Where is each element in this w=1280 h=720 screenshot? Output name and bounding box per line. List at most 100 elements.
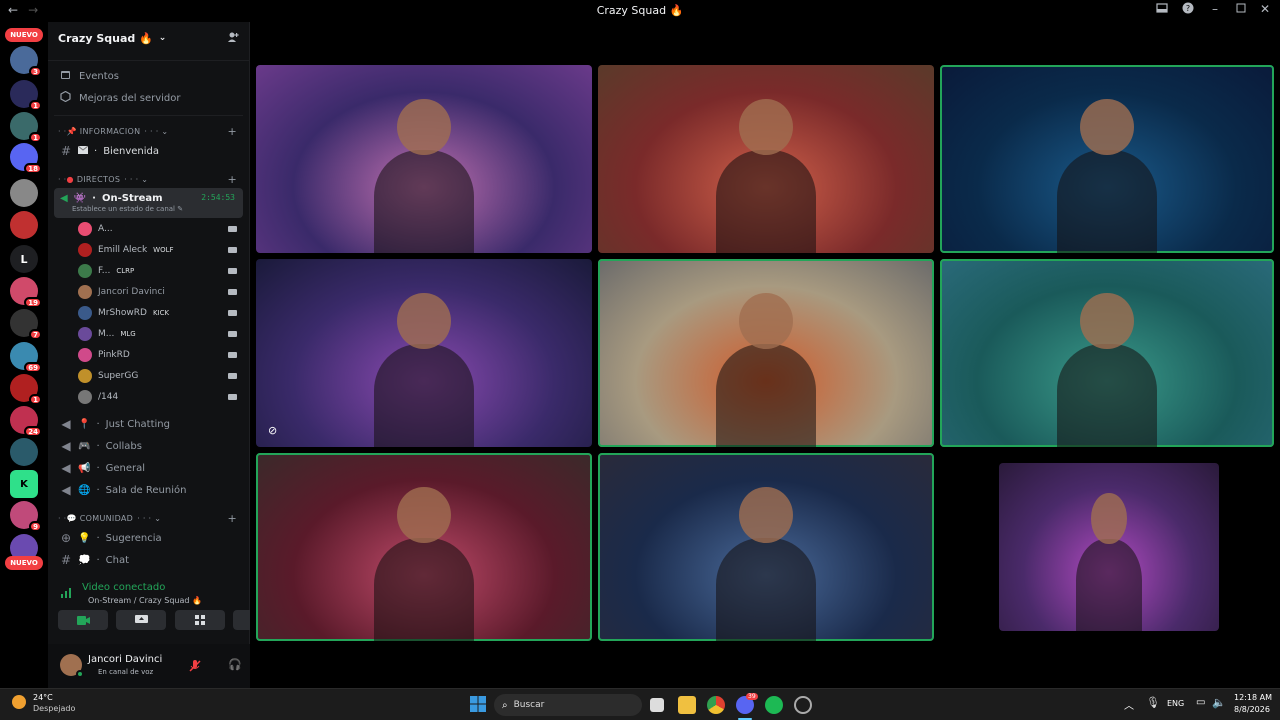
activities-button[interactable]	[175, 610, 225, 630]
video-tile[interactable]	[999, 463, 1219, 631]
server-icon[interactable]: L	[10, 245, 38, 273]
camera-icon	[228, 393, 237, 400]
chrome-icon[interactable]	[707, 696, 725, 714]
member-tag: CLRP	[116, 266, 135, 275]
screen-share-button[interactable]	[116, 610, 166, 630]
server-icon[interactable]: 1	[10, 112, 42, 143]
clock-time[interactable]: 12:18 AM	[1234, 693, 1272, 702]
voice-member-list: A... Emill Aleck WOLF F... CLRP Jancori Davin…	[48, 218, 249, 407]
server-icon[interactable]: K	[10, 470, 38, 498]
close-icon[interactable]: ✕	[1260, 2, 1270, 17]
voice-status[interactable]: Video conectado	[82, 582, 165, 593]
user-name[interactable]: Jancori Davinci	[88, 654, 162, 665]
server-icon[interactable]: 9	[10, 501, 42, 532]
microphone-icon[interactable]: 🎙	[1146, 696, 1160, 709]
voice-member[interactable]: SuperGG	[48, 365, 249, 386]
voice-member[interactable]: MrShowRD KICK	[48, 302, 249, 323]
server-header[interactable]: Crazy Squad 🔥 ⌄	[48, 22, 249, 54]
voice-member[interactable]: PinkRD	[48, 344, 249, 365]
channel-sala-reunion[interactable]: ◀ 🌐 · Sala de Reunión	[48, 479, 249, 501]
avatar	[78, 284, 92, 299]
chevron-up-icon[interactable]: ︿	[1124, 697, 1134, 712]
weather-temp[interactable]: 24°C	[33, 693, 53, 702]
voice-member[interactable]: Jancori Davinci	[48, 281, 249, 302]
speaker-icon: ◀	[61, 417, 71, 431]
category-directos[interactable]: · · ● DIRECTOS · · · ⌄ +	[48, 170, 249, 188]
voice-member[interactable]: M... MLG	[48, 323, 249, 344]
speaker-icon: ◀	[61, 483, 71, 497]
maximize-icon[interactable]	[1236, 2, 1246, 17]
inbox-icon[interactable]	[1156, 2, 1168, 17]
video-tile[interactable]	[940, 65, 1274, 253]
server-icon[interactable]	[10, 438, 38, 466]
clock-date[interactable]: 8/8/2026	[1234, 705, 1270, 714]
video-tile[interactable]	[256, 65, 592, 253]
server-icon[interactable]: 7	[10, 309, 42, 340]
help-icon[interactable]: ?	[1182, 2, 1194, 17]
events-link[interactable]: Eventos	[48, 65, 249, 87]
add-member-icon[interactable]	[227, 31, 239, 46]
channel-on-stream[interactable]: ◀ 👾 · On-Stream Establece un estado de c…	[54, 188, 243, 218]
video-tile[interactable]	[940, 259, 1274, 447]
headphones-icon[interactable]: 🎧	[228, 658, 242, 671]
video-tile[interactable]	[598, 65, 934, 253]
server-icon[interactable]: 18	[10, 143, 42, 174]
add-channel-icon[interactable]: +	[227, 125, 237, 138]
notification-badge: 7	[29, 329, 42, 340]
task-view-icon[interactable]	[650, 698, 664, 712]
taskbar-search[interactable]: ⌕ Buscar	[494, 694, 642, 716]
weather-desc[interactable]: Despejado	[33, 704, 75, 713]
language-indicator[interactable]: ENG	[1167, 699, 1184, 708]
channel-chat[interactable]: # 💭 · Chat	[48, 549, 249, 571]
server-icon[interactable]	[10, 179, 38, 207]
server-icon[interactable]: 19	[10, 277, 42, 308]
server-icon[interactable]	[10, 211, 38, 239]
add-channel-icon[interactable]: +	[227, 173, 237, 186]
category-info[interactable]: · · 📌 INFORMACION · · · ⌄ +	[48, 122, 249, 140]
camera-icon	[228, 330, 237, 337]
participant-silhouette	[373, 537, 475, 641]
channel-status-text[interactable]: Establece un estado de canal	[72, 205, 175, 213]
file-explorer-icon[interactable]	[678, 696, 696, 714]
video-tile[interactable]	[598, 453, 934, 641]
signal-icon[interactable]	[60, 584, 74, 603]
voice-member[interactable]: /144	[48, 386, 249, 407]
participant-head	[739, 486, 793, 544]
voice-member[interactable]: Emill Aleck WOLF	[48, 239, 249, 260]
channel-bienvenida[interactable]: # · Bienvenida	[48, 140, 249, 162]
channel-on-stream-label: On-Stream	[101, 193, 163, 204]
server-icon[interactable]: 24	[10, 406, 42, 437]
category-comunidad[interactable]: · · 💬 COMUNIDAD · · · ⌄ +	[48, 509, 249, 527]
server-icon[interactable]: 1	[10, 80, 42, 111]
camera-icon	[228, 267, 237, 274]
channel-collabs[interactable]: ◀ 🎮 · Collabs	[48, 435, 249, 457]
video-tile[interactable]: ⊘	[256, 259, 592, 447]
server-icon[interactable]: 69	[10, 342, 42, 373]
lightbulb-icon: 💡	[78, 532, 91, 544]
channel-general[interactable]: ◀ 📢 · General	[48, 457, 249, 479]
voice-location[interactable]: On-Stream / Crazy Squad 🔥	[88, 596, 202, 605]
boosts-label: Mejoras del servidor	[79, 92, 181, 104]
windows-start-icon[interactable]	[470, 696, 488, 714]
channel-sugerencia[interactable]: ⊕ 💡 · Sugerencia	[48, 527, 249, 549]
spotify-icon[interactable]	[765, 696, 783, 714]
gamepad-icon: 🎮	[78, 440, 91, 452]
mic-muted-icon[interactable]	[188, 658, 202, 677]
avatar	[78, 347, 92, 362]
add-channel-icon[interactable]: +	[227, 512, 237, 525]
video-tile[interactable]	[598, 259, 934, 447]
video-tile[interactable]	[256, 453, 592, 641]
channel-just-chatting[interactable]: ◀ 📍 · Just Chatting	[48, 413, 249, 435]
boosts-link[interactable]: Mejoras del servidor	[48, 87, 249, 109]
camera-button[interactable]	[58, 610, 108, 630]
voice-member[interactable]: F... CLRP	[48, 260, 249, 281]
server-icon[interactable]: 1	[10, 374, 42, 405]
network-icon[interactable]: ▭	[1196, 697, 1205, 708]
svg-text:?: ?	[1186, 4, 1190, 13]
minimize-icon[interactable]: –	[1208, 2, 1222, 17]
server-icon[interactable]: 3	[10, 46, 42, 77]
speaker-icon: ◀	[60, 193, 68, 204]
volume-icon[interactable]: 🔈	[1212, 696, 1226, 709]
app-icon[interactable]	[794, 696, 812, 714]
voice-member[interactable]: A...	[48, 218, 249, 239]
